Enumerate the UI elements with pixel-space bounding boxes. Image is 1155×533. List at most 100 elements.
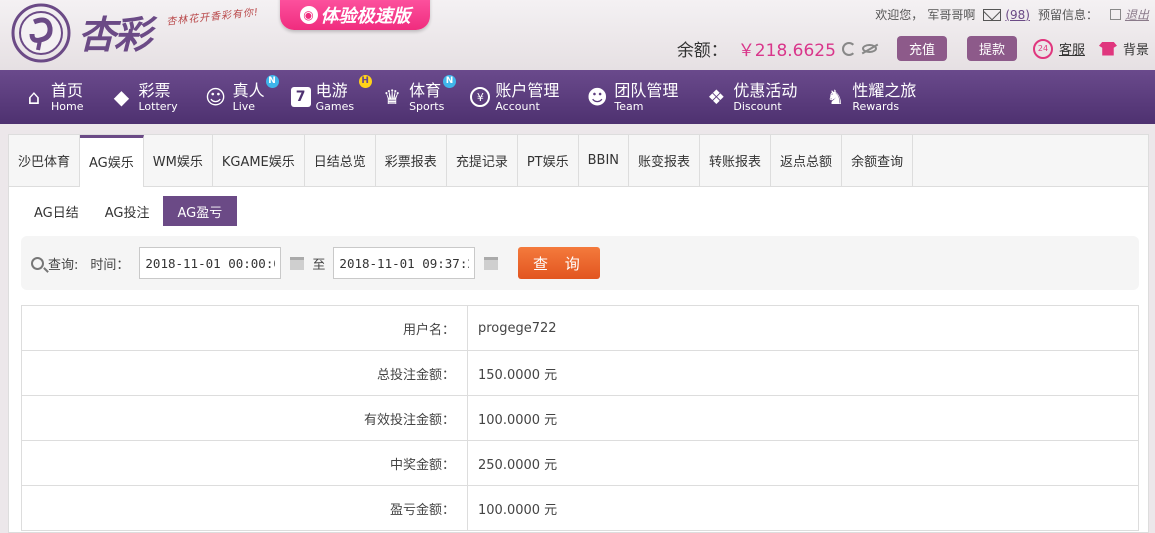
table-row: 有效投注金额： 100.0000 元 — [21, 395, 1139, 441]
table-row: 中奖金额： 250.0000 元 — [21, 440, 1139, 486]
nav-label: 体育 — [409, 80, 442, 100]
deposit-button[interactable]: 充值 — [896, 36, 947, 61]
tab-ag[interactable]: AG娱乐 — [80, 135, 144, 187]
refresh-icon[interactable] — [841, 41, 856, 56]
speed-version-label: 体验极速版 — [320, 6, 411, 27]
balance-label: 余额： — [676, 41, 728, 61]
nav-label: 彩票 — [138, 80, 171, 100]
time-label: 时间： — [90, 257, 130, 273]
nav-item-home[interactable]: ⌂ 首页 Home — [22, 70, 84, 124]
query-button[interactable]: 查 询 — [518, 247, 601, 279]
trophy-icon: ♛ — [383, 85, 402, 109]
row-value: 250.0000 元 — [467, 440, 1139, 486]
nav-sublabel: Home — [51, 99, 84, 113]
table-row: 总投注金额： 150.0000 元 — [21, 350, 1139, 396]
tab-rebate-total[interactable]: 返点总额 — [771, 135, 843, 186]
account-icon: ¥ — [470, 87, 491, 107]
sub-tabs: AG日结 AG投注 AG盈亏 — [21, 196, 238, 226]
nav-sublabel: Rewards — [852, 99, 900, 113]
nav-item-lottery[interactable]: ◆ 彩票 Lottery — [109, 70, 178, 124]
table-row: 盈亏金额： 100.0000 元 — [21, 485, 1139, 531]
tab-bbin[interactable]: BBIN — [579, 135, 630, 186]
nav-label: 首页 — [51, 80, 84, 100]
row-value: progege722 — [467, 305, 1139, 351]
nav-item-rewards[interactable]: ♞ 性耀之旅 Rewards — [823, 70, 916, 124]
nav-sublabel: Sports — [409, 99, 445, 113]
nav-item-sports[interactable]: ♛ 体育 Sports N — [380, 70, 457, 124]
search-icon — [31, 256, 44, 270]
customer-service-icon[interactable]: 24 — [1032, 38, 1053, 59]
tab-pt[interactable]: PT娱乐 — [518, 135, 579, 186]
notice-label: 预留信息： — [1037, 8, 1098, 22]
tab-wm[interactable]: WM娱乐 — [144, 135, 213, 186]
row-key: 用户名： — [21, 305, 468, 351]
tab-daily-summary[interactable]: 日结总览 — [305, 135, 376, 186]
shirt-icon[interactable] — [1098, 41, 1117, 56]
nav-item-discount[interactable]: ❖ 优惠活动 Discount — [704, 70, 797, 124]
nav-label: 优惠活动 — [733, 80, 798, 100]
subtab-ag-profit-loss[interactable]: AG盈亏 — [162, 196, 238, 226]
nav-item-live[interactable]: ☺ 真人 Live N — [204, 70, 279, 124]
hide-balance-icon[interactable] — [861, 44, 877, 53]
calendar-icon[interactable] — [290, 256, 305, 270]
logo-icon[interactable] — [10, 2, 72, 64]
report-panel: 沙巴体育 AG娱乐 WM娱乐 KGAME娱乐 日结总览 彩票报表 充提记录 PT… — [8, 134, 1149, 533]
tab-deposit-withdraw[interactable]: 充提记录 — [447, 135, 518, 186]
start-time-input[interactable] — [139, 247, 282, 279]
brand-slogan: 杏林花开香彩有你! — [165, 7, 260, 28]
query-label: 查询: — [48, 257, 79, 273]
profit-loss-table: 用户名： progege722 总投注金额： 150.0000 元 有效投注金额… — [21, 305, 1139, 531]
nav-label: 团队管理 — [614, 80, 679, 100]
nav-item-team[interactable]: ☻ 团队管理 Team — [585, 70, 678, 124]
balance-line: 余额： ￥218.6625 充值 提款 24 客服 背景 — [677, 36, 1149, 61]
calendar-icon[interactable] — [484, 256, 499, 270]
report-tabs: 沙巴体育 AG娱乐 WM娱乐 KGAME娱乐 日结总览 彩票报表 充提记录 PT… — [9, 135, 1148, 187]
nav-item-account[interactable]: ¥ 账户管理 Account — [470, 70, 559, 124]
rewards-icon: ♞ — [826, 85, 845, 109]
speed-icon: ◉ — [299, 6, 318, 24]
nav-label: 性耀之旅 — [852, 80, 917, 100]
to-label: 至 — [312, 257, 326, 273]
mail-count-link[interactable]: (98) — [1005, 8, 1030, 22]
tab-account-change[interactable]: 账变报表 — [629, 135, 701, 186]
row-key: 盈亏金额： — [21, 485, 468, 531]
edit-icon[interactable] — [1109, 9, 1121, 20]
tab-transfer-report[interactable]: 转账报表 — [700, 135, 772, 186]
logout-link[interactable]: 退出 — [1125, 6, 1149, 23]
subtab-ag-daily[interactable]: AG日结 — [21, 196, 92, 226]
tab-lottery-report[interactable]: 彩票报表 — [376, 135, 447, 186]
end-time-input[interactable] — [333, 247, 476, 279]
live-icon: ☺ — [205, 85, 226, 109]
mail-icon[interactable] — [983, 8, 1002, 21]
query-bar: 查询: 时间： 至 查 询 — [21, 236, 1139, 290]
tab-shaba-sports[interactable]: 沙巴体育 — [9, 135, 81, 186]
nav-sublabel: Discount — [733, 99, 782, 113]
nav-sublabel: Account — [495, 99, 540, 113]
tab-balance-query[interactable]: 余额查询 — [842, 135, 914, 186]
table-row: 用户名： progege722 — [21, 305, 1139, 351]
nav-label: 账户管理 — [495, 80, 560, 100]
new-badge: N — [443, 75, 457, 88]
nav-label: 电游 — [315, 80, 348, 100]
gift-icon: ❖ — [707, 85, 726, 109]
row-key: 有效投注金额： — [21, 395, 468, 441]
background-link[interactable]: 背景 — [1123, 39, 1149, 58]
row-key: 总投注金额： — [21, 350, 468, 396]
nav-sublabel: Team — [614, 99, 644, 113]
withdraw-button[interactable]: 提款 — [966, 36, 1017, 61]
speed-version-button[interactable]: ◉ 体验极速版 — [280, 0, 430, 30]
row-value: 100.0000 元 — [467, 485, 1139, 531]
nav-item-games[interactable]: 7 电游 Games H — [290, 70, 372, 124]
user-info-line: 欢迎您， 军哥哥啊 (98) 预留信息： 退出 — [875, 6, 1149, 23]
customer-service-link[interactable]: 客服 — [1059, 39, 1085, 58]
games-icon: 7 — [290, 87, 311, 107]
nav-sublabel: Lottery — [138, 99, 178, 113]
main-nav: ⌂ 首页 Home ◆ 彩票 Lottery ☺ 真人 Live N 7 电游 Game… — [0, 70, 1155, 124]
subtab-ag-bets[interactable]: AG投注 — [92, 196, 163, 226]
greeting-label: 欢迎您， — [875, 8, 924, 22]
row-key: 中奖金额： — [21, 440, 468, 486]
hot-badge: H — [358, 75, 372, 88]
row-value: 100.0000 元 — [467, 395, 1139, 441]
tab-kgame[interactable]: KGAME娱乐 — [213, 135, 305, 186]
nav-sublabel: Games — [315, 99, 355, 113]
